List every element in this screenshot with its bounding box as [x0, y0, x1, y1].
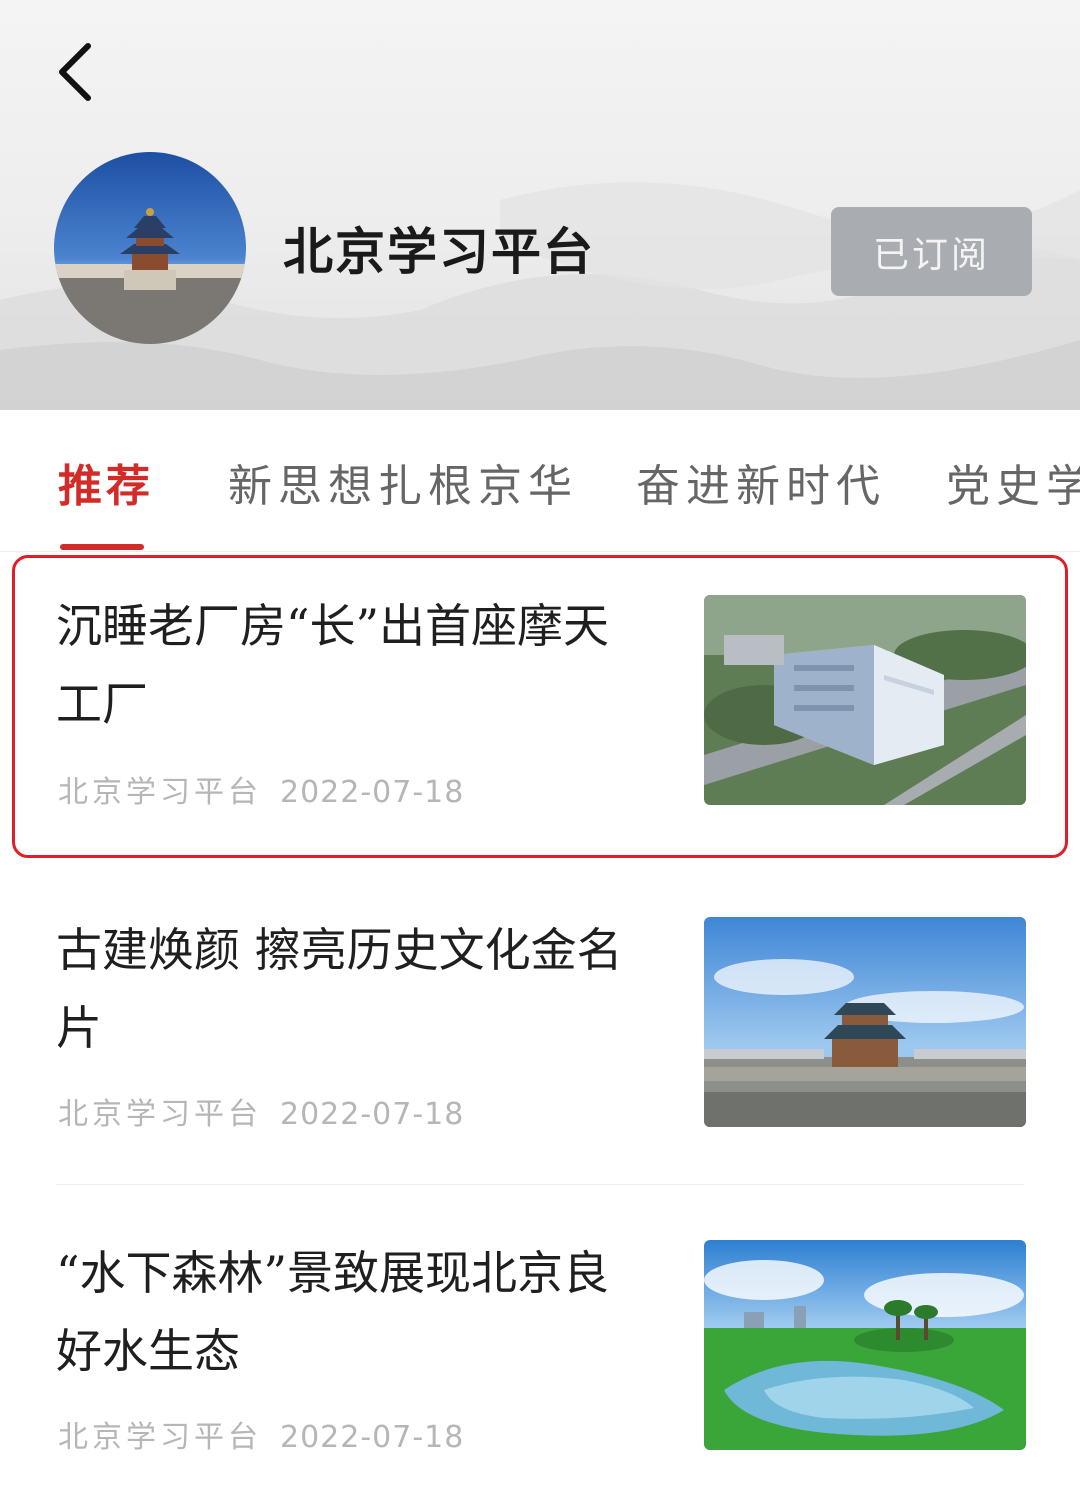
- article-date: 2022-07-18: [280, 1420, 465, 1455]
- article-meta: 北京学习平台 2022-07-18: [58, 767, 464, 811]
- article-title: “水下森林”景致展现北京良好水生态: [56, 1246, 610, 1378]
- article-title: 古建焕颜 擦亮历史文化金名片: [56, 923, 623, 1055]
- article-thumbnail: [704, 917, 1026, 1127]
- article-item[interactable]: “水下森林”景致展现北京良好水生态 北京学习平台 2022-07-18: [0, 1198, 1080, 1495]
- article-item[interactable]: 沉睡老厂房“长”出首座摩天工厂 北京学习平台 2022-07-18: [0, 555, 1080, 875]
- active-tab-indicator: [60, 544, 144, 550]
- category-tabs: 推荐 新思想扎根京华 奋进新时代 党史学: [0, 410, 1080, 552]
- tab-new-era[interactable]: 奋进新时代: [636, 450, 886, 514]
- list-divider: [56, 1184, 1024, 1185]
- article-meta: 北京学习平台 2022-07-18: [58, 1412, 464, 1456]
- article-source: 北京学习平台: [58, 1097, 262, 1132]
- subscribed-button[interactable]: 已订阅: [831, 207, 1032, 296]
- channel-header: 北京学习平台 已订阅: [0, 0, 1080, 410]
- article-item[interactable]: 古建焕颜 擦亮历史文化金名片 北京学习平台 2022-07-18: [0, 875, 1080, 1195]
- chevron-left-icon: [59, 43, 91, 101]
- article-thumbnail: [704, 595, 1026, 805]
- article-date: 2022-07-18: [280, 1097, 465, 1132]
- tab-new-thought[interactable]: 新思想扎根京华: [228, 450, 578, 514]
- article-source: 北京学习平台: [58, 1420, 262, 1455]
- back-button[interactable]: [50, 36, 110, 106]
- channel-title: 北京学习平台: [283, 222, 595, 281]
- article-date: 2022-07-18: [280, 775, 465, 810]
- article-title: 沉睡老厂房“长”出首座摩天工厂: [56, 599, 610, 731]
- article-source: 北京学习平台: [58, 775, 262, 810]
- article-thumbnail: [704, 1240, 1026, 1450]
- article-meta: 北京学习平台 2022-07-18: [58, 1089, 464, 1133]
- tab-recommend[interactable]: 推荐: [58, 450, 154, 514]
- channel-avatar: [54, 152, 246, 344]
- tab-party-history[interactable]: 党史学: [946, 450, 1080, 514]
